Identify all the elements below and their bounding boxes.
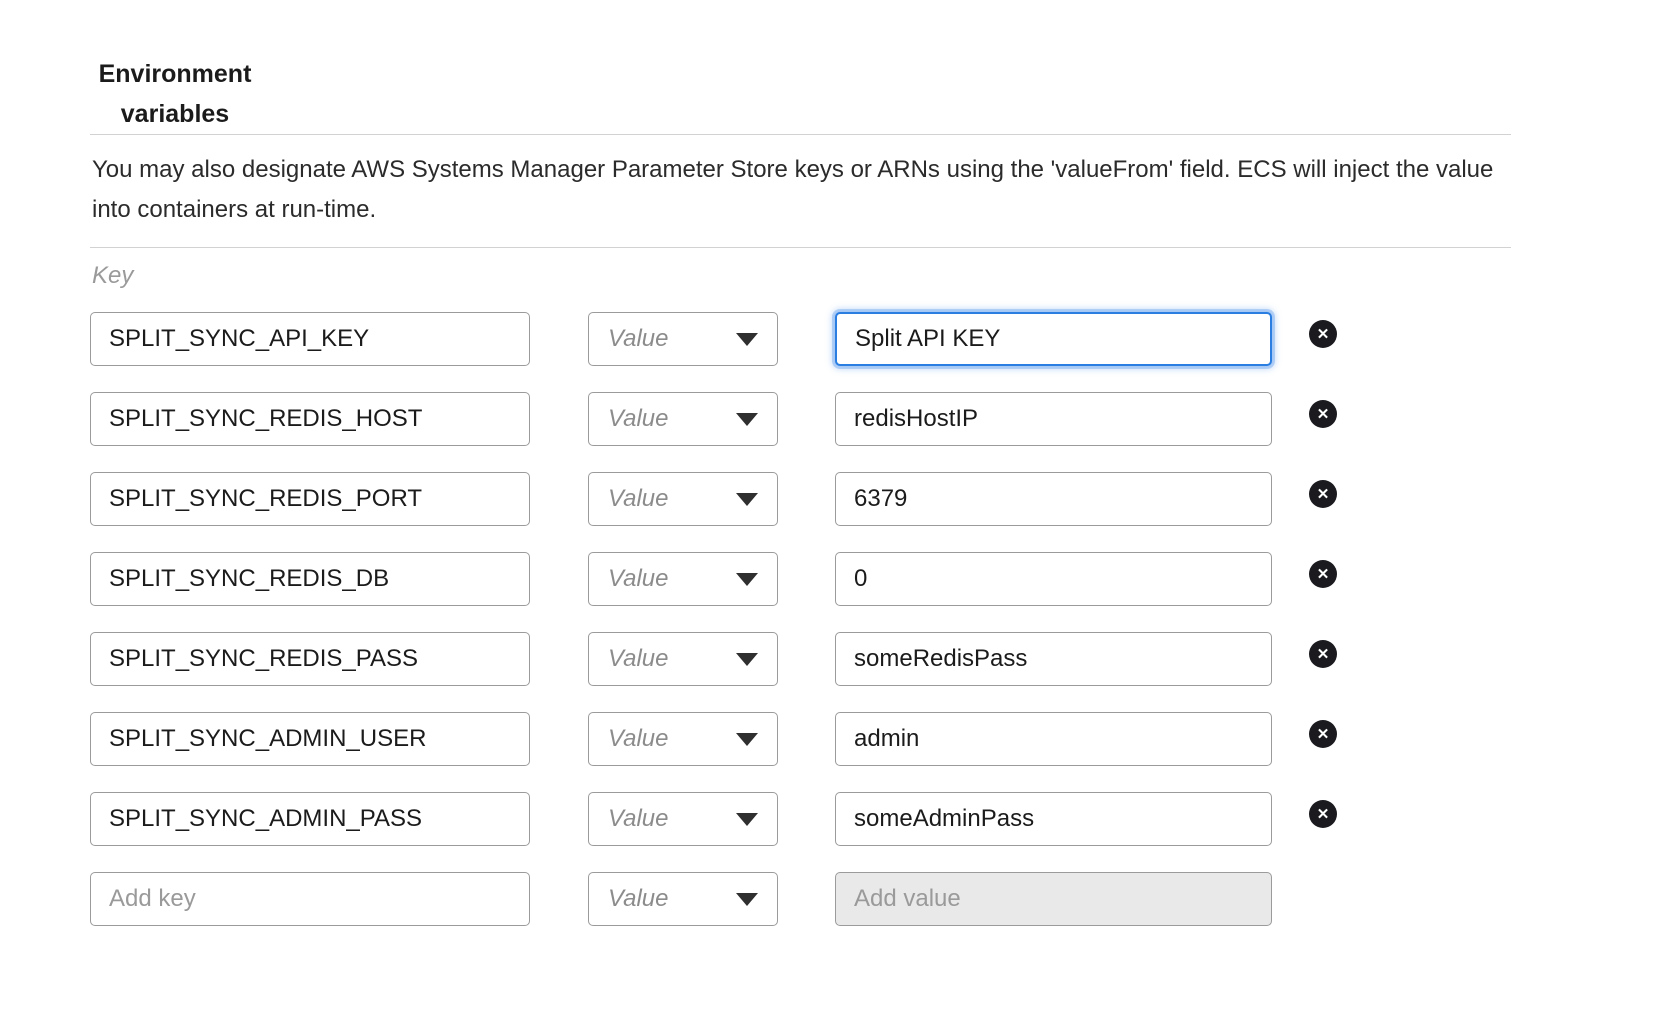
- close-icon: ✕: [1317, 407, 1330, 422]
- value-type-label: Value: [608, 485, 669, 513]
- key-input[interactable]: [90, 872, 530, 926]
- key-input[interactable]: [90, 392, 530, 446]
- value-type-select[interactable]: Value: [588, 712, 778, 766]
- chevron-down-icon: [736, 893, 758, 906]
- env-variable-row: Value ✕: [90, 632, 1511, 686]
- value-type-select[interactable]: Value: [588, 392, 778, 446]
- value-type-label: Value: [608, 645, 669, 673]
- key-column-header: Key: [92, 262, 1511, 290]
- value-type-label: Value: [608, 325, 669, 353]
- remove-row-button[interactable]: ✕: [1309, 640, 1337, 668]
- close-icon: ✕: [1317, 487, 1330, 502]
- chevron-down-icon: [736, 813, 758, 826]
- close-icon: ✕: [1317, 727, 1330, 742]
- value-type-select[interactable]: Value: [588, 632, 778, 686]
- value-input[interactable]: [835, 632, 1272, 686]
- remove-row-button[interactable]: ✕: [1309, 560, 1337, 588]
- environment-variables-section: Environment variables You may also desig…: [0, 0, 1678, 1018]
- env-variable-row: Value ✕: [90, 792, 1511, 846]
- remove-row-button[interactable]: ✕: [1309, 320, 1337, 348]
- remove-row-button[interactable]: ✕: [1309, 720, 1337, 748]
- value-type-label: Value: [608, 805, 669, 833]
- env-variable-row: Value ✕: [90, 552, 1511, 606]
- env-variable-row: Value ✕: [90, 312, 1511, 366]
- section-label-line1: Environment: [68, 54, 282, 94]
- value-type-select[interactable]: Value: [588, 872, 778, 926]
- divider: [90, 134, 1511, 135]
- value-input[interactable]: [835, 872, 1272, 926]
- value-type-label: Value: [608, 885, 669, 913]
- value-input[interactable]: [835, 312, 1272, 366]
- close-icon: ✕: [1317, 327, 1330, 342]
- value-type-label: Value: [608, 565, 669, 593]
- value-input[interactable]: [835, 712, 1272, 766]
- key-input[interactable]: [90, 792, 530, 846]
- value-type-label: Value: [608, 725, 669, 753]
- value-input[interactable]: [835, 392, 1272, 446]
- key-input[interactable]: [90, 472, 530, 526]
- value-input[interactable]: [835, 552, 1272, 606]
- value-type-select[interactable]: Value: [588, 472, 778, 526]
- remove-row-button[interactable]: ✕: [1309, 480, 1337, 508]
- chevron-down-icon: [736, 493, 758, 506]
- divider: [90, 247, 1511, 248]
- key-input[interactable]: [90, 632, 530, 686]
- env-variable-row: Value ✕: [90, 392, 1511, 446]
- key-input[interactable]: [90, 552, 530, 606]
- section-label: Environment variables: [68, 54, 282, 134]
- close-icon: ✕: [1317, 567, 1330, 582]
- key-input[interactable]: [90, 712, 530, 766]
- key-input[interactable]: [90, 312, 530, 366]
- chevron-down-icon: [736, 733, 758, 746]
- value-input[interactable]: [835, 472, 1272, 526]
- value-type-label: Value: [608, 405, 669, 433]
- chevron-down-icon: [736, 573, 758, 586]
- help-text: You may also designate AWS Systems Manag…: [92, 150, 1511, 230]
- env-variable-rows: Value ✕ Value ✕ Value ✕ Value: [90, 312, 1511, 926]
- section-label-line2: variables: [68, 94, 282, 134]
- remove-row-button[interactable]: ✕: [1309, 800, 1337, 828]
- close-icon: ✕: [1317, 807, 1330, 822]
- env-variable-row: Value: [90, 872, 1511, 926]
- chevron-down-icon: [736, 653, 758, 666]
- chevron-down-icon: [736, 333, 758, 346]
- value-input[interactable]: [835, 792, 1272, 846]
- section-content: You may also designate AWS Systems Manag…: [90, 134, 1511, 926]
- value-type-select[interactable]: Value: [588, 792, 778, 846]
- remove-row-button[interactable]: ✕: [1309, 400, 1337, 428]
- value-type-select[interactable]: Value: [588, 312, 778, 366]
- env-variable-row: Value ✕: [90, 472, 1511, 526]
- env-variable-row: Value ✕: [90, 712, 1511, 766]
- chevron-down-icon: [736, 413, 758, 426]
- close-icon: ✕: [1317, 647, 1330, 662]
- value-type-select[interactable]: Value: [588, 552, 778, 606]
